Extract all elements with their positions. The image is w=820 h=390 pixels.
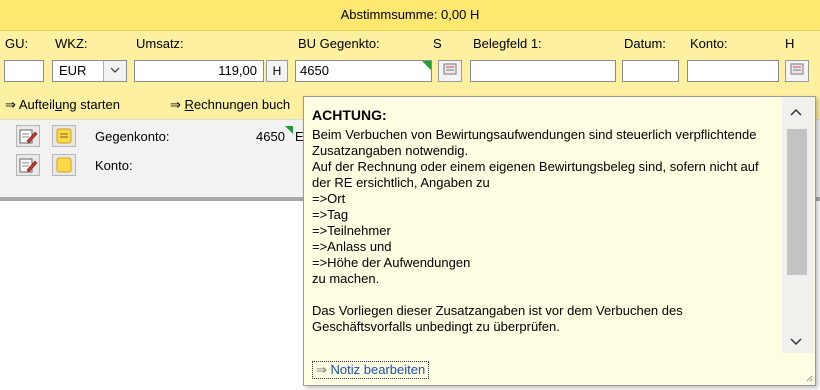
edit-pencil-icon [19, 129, 38, 144]
form-icon [443, 63, 457, 75]
chevron-down-icon[interactable] [103, 61, 126, 81]
edit-note-link[interactable]: ⇒ Notiz bearbeiten [312, 361, 430, 379]
popup-line: zu machen. [312, 271, 380, 286]
belegfeld1-input[interactable] [470, 60, 616, 82]
account-note-popup: ACHTUNG: Beim Verbuchen von Bewirtungsau… [303, 96, 816, 386]
popup-line: Geschäftsvorfalls unbedingt zu überprüfe… [312, 319, 560, 334]
gegenkonto-label: Gegenkonto: [95, 129, 170, 144]
arrow-right-icon: ⇒ [316, 362, 327, 377]
popup-line: =>Höhe der Aufwendungen [312, 255, 471, 270]
konto-input[interactable] [687, 60, 779, 82]
reconciliation-sum: Abstimmsumme: 0,00 H [340, 7, 480, 22]
popup-line: =>Anlass und [312, 239, 392, 254]
edit-konto-button[interactable] [16, 154, 40, 176]
s-calendar-button[interactable] [438, 60, 462, 82]
resize-grip-icon[interactable] [805, 374, 813, 384]
link-text: ng starten [62, 97, 121, 112]
link-hotkey: R [184, 97, 194, 112]
currency-select[interactable]: EUR [52, 60, 127, 82]
h-calendar-button[interactable] [785, 60, 809, 82]
popup-line: Auf der Rechnung oder einem eigenen Bewi… [312, 159, 759, 174]
popup-scrollbar-thumb[interactable] [787, 129, 807, 275]
label-s: S [433, 36, 442, 51]
label-gu: GU: [5, 36, 29, 51]
label-konto: Konto: [690, 36, 728, 51]
comment-marker-icon [285, 126, 293, 134]
note-icon [56, 157, 72, 173]
label-belegfeld1: Belegfeld 1: [473, 36, 542, 51]
bu-gegenkto-value: 4650 [300, 63, 329, 78]
datum-input[interactable] [622, 60, 679, 82]
rechnungen-buchen-link[interactable]: ⇒ Rechnungen buch [170, 97, 290, 113]
soll-haben-toggle[interactable]: H [266, 60, 288, 82]
edit-gegenkonto-button[interactable] [16, 125, 40, 147]
note-icon [56, 128, 72, 144]
aufteilung-starten-link[interactable]: ⇒ Aufteilung starten [5, 97, 120, 113]
popup-line: Zusatzangaben notwendig. [312, 143, 469, 158]
note-konto-button[interactable] [52, 154, 76, 176]
edit-note-label: Notiz bearbeiten [330, 362, 426, 377]
popup-line: =>Tag [312, 207, 349, 222]
popup-line: =>Ort [312, 191, 346, 206]
gu-input[interactable] [4, 60, 44, 82]
popup-title: ACHTUNG: [312, 107, 387, 123]
umsatz-input[interactable]: 119,00 [134, 60, 264, 82]
scroll-down-icon[interactable] [790, 335, 802, 349]
konto-label: Konto: [95, 158, 133, 173]
bu-gegenkto-input[interactable]: 4650 [295, 60, 432, 82]
form-icon [790, 63, 804, 75]
gegenkonto-value: 4650 [256, 129, 285, 144]
arrow-right-icon: ⇒ [170, 97, 181, 112]
label-umsatz: Umsatz: [136, 36, 184, 51]
popup-line: =>Teilnehmer [312, 223, 391, 238]
arrow-right-icon: ⇒ [5, 97, 16, 112]
label-datum: Datum: [624, 36, 666, 51]
popup-line: Beim Verbuchen von Bewirtungsaufwendunge… [312, 127, 757, 142]
label-h: H [785, 36, 795, 51]
link-text: Aufteil [18, 97, 55, 112]
label-bu-gegenkto: BU Gegenkto: [298, 36, 380, 51]
popup-line: Das Vorliegen dieser Zusatzangaben ist v… [312, 303, 683, 318]
link-text: echnungen buch [193, 97, 291, 112]
edit-pencil-icon [19, 158, 38, 173]
comment-marker-icon [422, 61, 431, 70]
note-gegenkonto-button[interactable] [52, 125, 76, 147]
currency-value: EUR [59, 63, 87, 78]
popup-line: der RE ersichtlich, Angaben zu [312, 175, 490, 190]
scroll-up-icon[interactable] [790, 105, 802, 119]
label-wkz: WKZ: [55, 36, 88, 51]
